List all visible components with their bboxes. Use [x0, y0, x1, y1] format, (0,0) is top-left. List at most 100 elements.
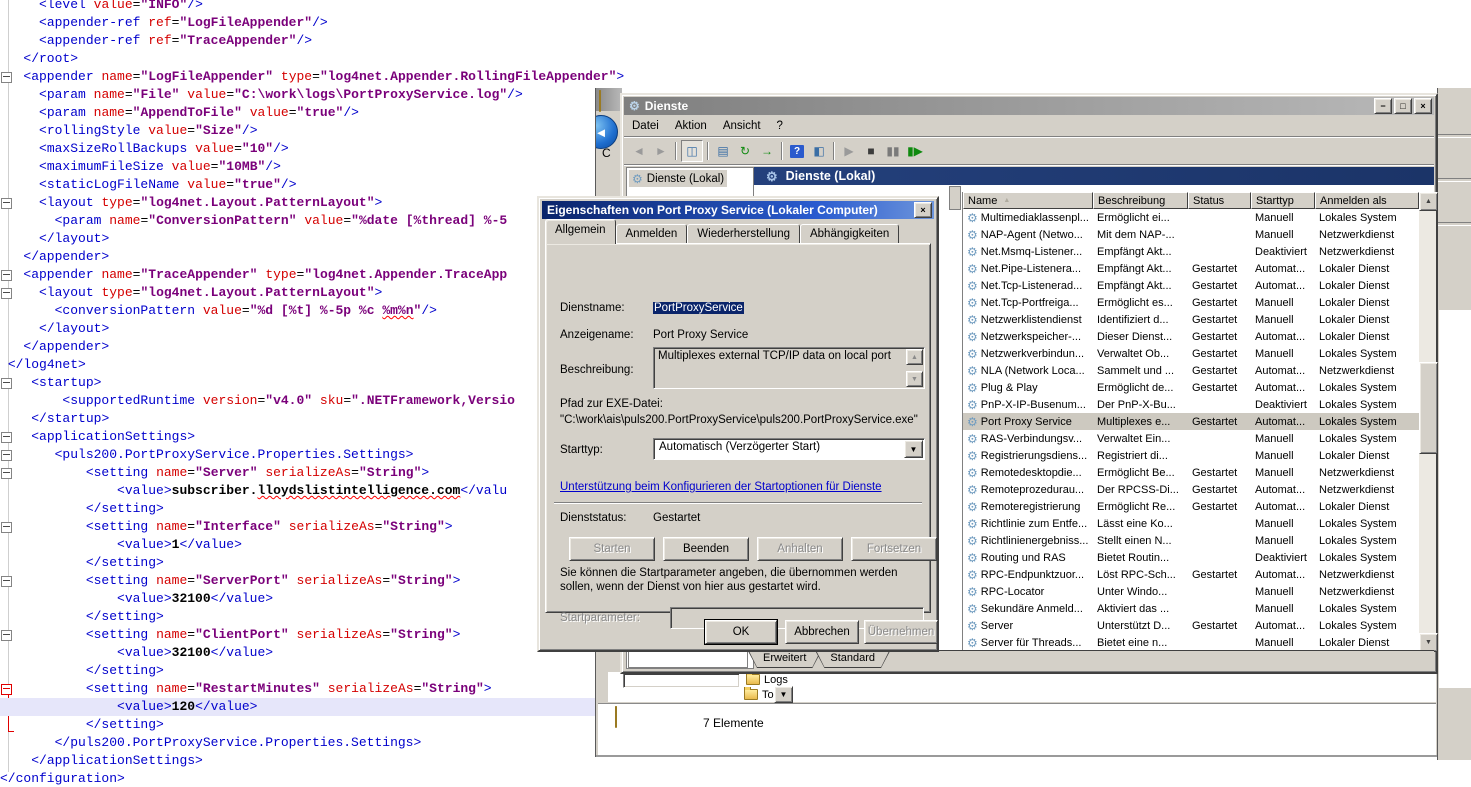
- table-row[interactable]: ⚙Net.Tcp-Listenerad...Empfängt Akt...Ges…: [963, 277, 1419, 294]
- fold-marker[interactable]: [1, 288, 12, 299]
- fold-marker[interactable]: [1, 684, 12, 695]
- table-row[interactable]: ⚙NLA (Network Loca...Sammelt und ...Gest…: [963, 362, 1419, 379]
- vertical-scrollbar[interactable]: ▲ ▼: [1419, 192, 1436, 650]
- table-row[interactable]: ⚙Netzwerkspeicher-...Dieser Dienst...Ges…: [963, 328, 1419, 345]
- service-gear-icon: ⚙: [967, 297, 978, 309]
- menu-item-?[interactable]: ?: [769, 118, 791, 134]
- beenden-button[interactable]: Beenden: [663, 537, 749, 561]
- export-list-icon[interactable]: →: [757, 141, 777, 161]
- table-row[interactable]: ⚙PnP-X-IP-Busenum...Der PnP-X-Bu...Deakt…: [963, 396, 1419, 413]
- stop-service-icon[interactable]: ■: [861, 141, 881, 161]
- ok-button[interactable]: OK: [705, 620, 777, 644]
- fold-marker[interactable]: [1, 630, 12, 641]
- table-row[interactable]: ⚙Netzwerkverbindun...Verwaltet Ob...Gest…: [963, 345, 1419, 362]
- column-header-status[interactable]: Status: [1188, 192, 1251, 209]
- fold-marker[interactable]: [1, 432, 12, 443]
- fold-marker[interactable]: [1, 522, 12, 533]
- fold-marker[interactable]: [1, 450, 12, 461]
- table-row[interactable]: ⚙Remotedesktopdie...Ermöglicht Be...Gest…: [963, 464, 1419, 481]
- view-tab-standard[interactable]: Standard: [815, 651, 890, 668]
- filename-field[interactable]: [623, 673, 740, 688]
- services-titlebar[interactable]: ⚙ Dienste −□×: [624, 97, 1434, 115]
- column-header-beschreibung[interactable]: Beschreibung: [1093, 192, 1188, 209]
- fold-marker[interactable]: [1, 468, 12, 479]
- maximize-button[interactable]: □: [1394, 98, 1412, 114]
- close-button[interactable]: ×: [914, 202, 932, 218]
- tab-anmelden[interactable]: Anmelden: [616, 224, 688, 244]
- service-name: Plug & Play: [981, 382, 1038, 394]
- logon-cell: Lokales System: [1315, 620, 1419, 632]
- table-row[interactable]: ⚙ServerUnterstützt D...GestartetAutomat.…: [963, 617, 1419, 634]
- description-scroll-down[interactable]: ▼: [906, 371, 923, 387]
- combo-button[interactable]: ▼: [904, 440, 923, 458]
- code-line: <value>32100</value>: [0, 644, 596, 662]
- table-row[interactable]: ⚙Port Proxy ServiceMultiplexes e...Gesta…: [963, 413, 1419, 430]
- table-row[interactable]: ⚙NAP-Agent (Netwo...Mit dem NAP-...Manue…: [963, 226, 1419, 243]
- menu-item-aktion[interactable]: Aktion: [667, 118, 715, 134]
- restart-service-icon[interactable]: ▮▶: [905, 141, 925, 161]
- column-header-name[interactable]: Name▲: [963, 192, 1093, 209]
- tab-abhangigkeiten[interactable]: Abhängigkeiten: [800, 224, 899, 244]
- table-row[interactable]: ⚙RPC-LocatorUnter Windo...ManuellNetzwer…: [963, 583, 1419, 600]
- fold-marker[interactable]: [1, 198, 12, 209]
- startup-options-help-link[interactable]: Unterstützung beim Konfigurieren der Sta…: [560, 481, 882, 493]
- show-console-tree-icon[interactable]: ◫: [681, 140, 703, 162]
- service-name-value[interactable]: PortProxyService: [653, 302, 744, 314]
- menu-item-ansicht[interactable]: Ansicht: [715, 118, 769, 134]
- scrollbar-thumb[interactable]: [1419, 362, 1438, 454]
- description-box[interactable]: Multiplexes external TCP/IP data on loca…: [653, 347, 925, 389]
- fold-marker[interactable]: [1, 576, 12, 587]
- table-row[interactable]: ⚙Richtlinie zum Entfe...Lässt eine Ko...…: [963, 515, 1419, 532]
- table-row[interactable]: ⚙Sekundäre Anmeld...Aktiviert das ...Man…: [963, 600, 1419, 617]
- table-row[interactable]: ⚙Net.Pipe-Listenera...Empfängt Akt...Ges…: [963, 260, 1419, 277]
- scroll-up-button[interactable]: ▲: [1419, 192, 1438, 211]
- table-row[interactable]: ⚙Remoteprozedurau...Der RPCSS-Di...Gesta…: [963, 481, 1419, 498]
- combo-dropdown-button[interactable]: ▼: [774, 686, 793, 703]
- table-row[interactable]: ⚙RPC-Endpunktzuor...Löst RPC-Sch...Gesta…: [963, 566, 1419, 583]
- table-row[interactable]: ⚙RAS-Verbindungsv...Verwaltet Ein...Manu…: [963, 430, 1419, 447]
- forward-icon[interactable]: ►: [651, 141, 671, 161]
- start-service-icon[interactable]: ▶: [839, 141, 859, 161]
- table-row[interactable]: ⚙Multimediaklassenpl...Ermöglicht ei...M…: [963, 209, 1419, 226]
- properties-icon[interactable]: ▤: [713, 141, 733, 161]
- folder-row[interactable]: Logs: [746, 672, 798, 687]
- table-row[interactable]: ⚙NetzwerklistendienstIdentifiziert d...G…: [963, 311, 1419, 328]
- starttype-cell: Manuell: [1251, 586, 1315, 598]
- table-row[interactable]: ⚙Routing und RASBietet Routin...Deaktivi…: [963, 549, 1419, 566]
- fold-marker[interactable]: [1, 270, 12, 281]
- table-row[interactable]: ⚙Net.Msmq-Listener...Empfängt Akt...Deak…: [963, 243, 1419, 260]
- view-tab-erweitert[interactable]: Erweitert: [748, 651, 821, 668]
- code-line: <appender-ref ref="LogFileAppender"/>: [0, 14, 596, 32]
- dialog-titlebar[interactable]: Eigenschaften von Port Proxy Service (Lo…: [542, 201, 934, 219]
- extended-view-icon[interactable]: ◧: [809, 141, 829, 161]
- pause-service-icon[interactable]: ▮▮: [883, 141, 903, 161]
- startup-type-combo[interactable]: Automatisch (Verzögerter Start) ▼: [653, 438, 925, 460]
- tree-item-dienste-lokal[interactable]: ⚙ Dienste (Lokal): [629, 170, 727, 187]
- table-row[interactable]: ⚙Richtlinienergebniss...Stellt einen N..…: [963, 532, 1419, 549]
- code-line: </applicationSettings>: [0, 752, 596, 770]
- fold-marker[interactable]: [1, 72, 12, 83]
- back-button[interactable]: ◄: [595, 115, 618, 149]
- tab-wiederherstellung[interactable]: Wiederherstellung: [687, 224, 800, 244]
- close-button[interactable]: ×: [1414, 98, 1432, 114]
- column-header-starttyp[interactable]: Starttyp: [1251, 192, 1315, 209]
- fold-marker[interactable]: [1, 378, 12, 389]
- table-row[interactable]: ⚙Registrierungsdiens...Registriert di...…: [963, 447, 1419, 464]
- description-cell: Ermöglicht ei...: [1093, 212, 1188, 224]
- tab-allgemein[interactable]: Allgemein: [545, 219, 616, 244]
- starttype-cell: Automat...: [1251, 416, 1315, 428]
- mini-scrollbar[interactable]: [949, 186, 961, 210]
- abbrechen-button[interactable]: Abbrechen: [785, 620, 859, 644]
- description-scroll-up[interactable]: ▲: [906, 349, 923, 365]
- table-row[interactable]: ⚙Net.Tcp-Portfreiga...Ermöglicht es...Ge…: [963, 294, 1419, 311]
- logon-cell: Netzwerkdienst: [1315, 229, 1419, 241]
- refresh-icon[interactable]: ↻: [735, 141, 755, 161]
- column-header-anmelden-als[interactable]: Anmelden als: [1315, 192, 1419, 209]
- help-icon[interactable]: ?: [787, 141, 807, 161]
- back-icon[interactable]: ◄: [629, 141, 649, 161]
- table-row[interactable]: ⚙Plug & PlayErmöglicht de...GestartetAut…: [963, 379, 1419, 396]
- table-row[interactable]: ⚙Server für Threads...Bietet eine n...Ma…: [963, 634, 1419, 651]
- minimize-button[interactable]: −: [1374, 98, 1392, 114]
- menu-item-datei[interactable]: Datei: [624, 118, 667, 134]
- table-row[interactable]: ⚙RemoteregistrierungErmöglicht Re...Gest…: [963, 498, 1419, 515]
